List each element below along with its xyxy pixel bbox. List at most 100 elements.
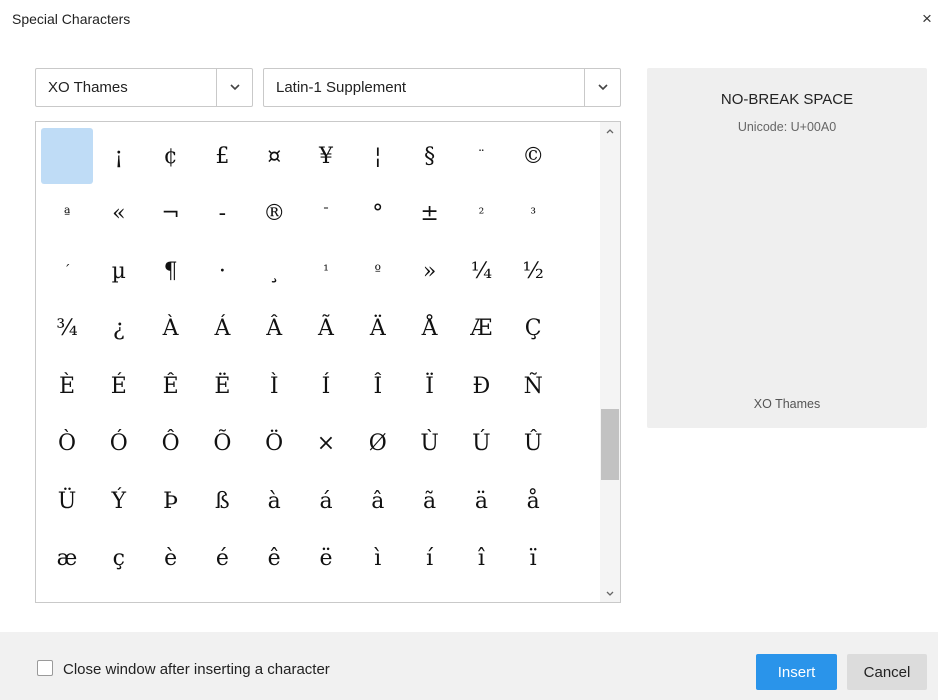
character-cell[interactable]: ø	[455, 588, 507, 602]
character-cell[interactable]: ê	[248, 531, 300, 587]
character-cell[interactable]: Ù	[404, 416, 456, 472]
character-cell[interactable]: ¡	[93, 128, 145, 184]
character-cell[interactable]: Ò	[41, 416, 93, 472]
character-cell[interactable]: Î	[352, 358, 404, 414]
character-cell[interactable]: Ø	[352, 416, 404, 472]
character-cell[interactable]: Ú	[455, 416, 507, 472]
character-cell[interactable]: ¢	[145, 128, 197, 184]
character-cell[interactable]: Ó	[93, 416, 145, 472]
scrollbar-thumb[interactable]	[601, 409, 619, 480]
character-cell[interactable]: Ä	[352, 301, 404, 357]
unicode-block-select[interactable]: Latin-1 Supplement	[263, 68, 621, 107]
character-cell[interactable]: ©	[507, 128, 559, 184]
character-cell[interactable]: ñ	[93, 588, 145, 602]
character-cell[interactable]: Ð	[455, 358, 507, 414]
character-cell[interactable]: ó	[196, 588, 248, 602]
character-cell[interactable]: ¯	[300, 186, 352, 242]
character-cell[interactable]: ´	[41, 243, 93, 299]
character-cell[interactable]: À	[145, 301, 197, 357]
character-cell[interactable]: à	[248, 473, 300, 529]
close-after-insert-label[interactable]: Close window after inserting a character	[63, 661, 330, 678]
character-cell[interactable]: ¿	[93, 301, 145, 357]
character-cell[interactable]: ¾	[41, 301, 93, 357]
character-cell[interactable]: ù	[507, 588, 559, 602]
character-cell[interactable]: ²	[455, 186, 507, 242]
character-cell[interactable]: °	[352, 186, 404, 242]
close-icon[interactable]: ×	[922, 8, 938, 30]
cancel-button[interactable]: Cancel	[847, 654, 927, 690]
character-cell[interactable]: «	[93, 186, 145, 242]
character-cell[interactable]: Ï	[404, 358, 456, 414]
character-cell[interactable]: ¬	[145, 186, 197, 242]
character-cell[interactable]: Ü	[41, 473, 93, 529]
character-cell[interactable]: ¸	[248, 243, 300, 299]
character-cell[interactable]: ¥	[300, 128, 352, 184]
character-cell[interactable]: Þ	[145, 473, 197, 529]
character-cell[interactable]: î	[455, 531, 507, 587]
character-cell[interactable]: Ý	[93, 473, 145, 529]
character-cell[interactable]: å	[507, 473, 559, 529]
character-cell[interactable]: Ã	[300, 301, 352, 357]
scroll-up-button[interactable]	[600, 122, 620, 140]
character-cell[interactable]: ð	[41, 588, 93, 602]
character-cell[interactable]: í	[404, 531, 456, 587]
character-cell[interactable]: Å	[404, 301, 456, 357]
character-cell[interactable]: §	[404, 128, 456, 184]
character-cell[interactable]: ¼	[455, 243, 507, 299]
character-cell[interactable]: ª	[41, 186, 93, 242]
character-cell[interactable]: é	[196, 531, 248, 587]
character-cell[interactable]: Ì	[248, 358, 300, 414]
character-cell[interactable]: ½	[507, 243, 559, 299]
character-cell[interactable]: Â	[248, 301, 300, 357]
character-cell[interactable]: Ë	[196, 358, 248, 414]
character-cell[interactable]: æ	[41, 531, 93, 587]
character-cell[interactable]: ÷	[404, 588, 456, 602]
scroll-down-button[interactable]	[600, 584, 620, 602]
character-cell[interactable]: È	[41, 358, 93, 414]
character-cell[interactable]: ³	[507, 186, 559, 242]
character-cell[interactable]: £	[196, 128, 248, 184]
font-select[interactable]: XO Thames	[35, 68, 253, 107]
character-cell[interactable]: ¹	[300, 243, 352, 299]
character-cell[interactable]: Ç	[507, 301, 559, 357]
character-cell[interactable]: è	[145, 531, 197, 587]
character-cell[interactable]: õ	[300, 588, 352, 602]
character-cell[interactable]: ã	[404, 473, 456, 529]
character-cell[interactable]: ä	[455, 473, 507, 529]
character-cell[interactable]: ±	[404, 186, 456, 242]
character-cell[interactable]: â	[352, 473, 404, 529]
character-cell[interactable]: Õ	[196, 416, 248, 472]
character-cell[interactable]: ¦	[352, 128, 404, 184]
block-dropdown-button[interactable]	[584, 69, 620, 106]
character-cell[interactable]: ®	[248, 186, 300, 242]
character-cell[interactable]: Á	[196, 301, 248, 357]
character-cell[interactable]: Ê	[145, 358, 197, 414]
character-cell[interactable]: º	[352, 243, 404, 299]
character-cell[interactable]: ì	[352, 531, 404, 587]
character-cell[interactable]: Û	[507, 416, 559, 472]
character-cell[interactable]: Æ	[455, 301, 507, 357]
character-cell[interactable]: ö	[352, 588, 404, 602]
character-cell[interactable]: á	[300, 473, 352, 529]
character-cell[interactable]: Ñ	[507, 358, 559, 414]
character-cell[interactable]: ò	[145, 588, 197, 602]
character-cell[interactable]: Í	[300, 358, 352, 414]
vertical-scrollbar[interactable]	[600, 122, 620, 602]
insert-button[interactable]: Insert	[756, 654, 837, 690]
character-cell[interactable]: Ô	[145, 416, 197, 472]
character-cell[interactable]: µ	[93, 243, 145, 299]
character-cell[interactable]: ×	[300, 416, 352, 472]
character-cell[interactable]: ¨	[455, 128, 507, 184]
close-after-insert-checkbox[interactable]	[37, 660, 53, 676]
character-cell[interactable]: Ö	[248, 416, 300, 472]
character-cell[interactable]: ë	[300, 531, 352, 587]
character-cell[interactable]	[41, 128, 93, 184]
character-cell[interactable]: ß	[196, 473, 248, 529]
font-dropdown-button[interactable]	[216, 69, 252, 106]
character-cell[interactable]: ô	[248, 588, 300, 602]
character-cell[interactable]: É	[93, 358, 145, 414]
character-cell[interactable]: ·	[196, 243, 248, 299]
character-cell[interactable]: ç	[93, 531, 145, 587]
character-cell[interactable]: ¶	[145, 243, 197, 299]
character-cell[interactable]: ¤	[248, 128, 300, 184]
